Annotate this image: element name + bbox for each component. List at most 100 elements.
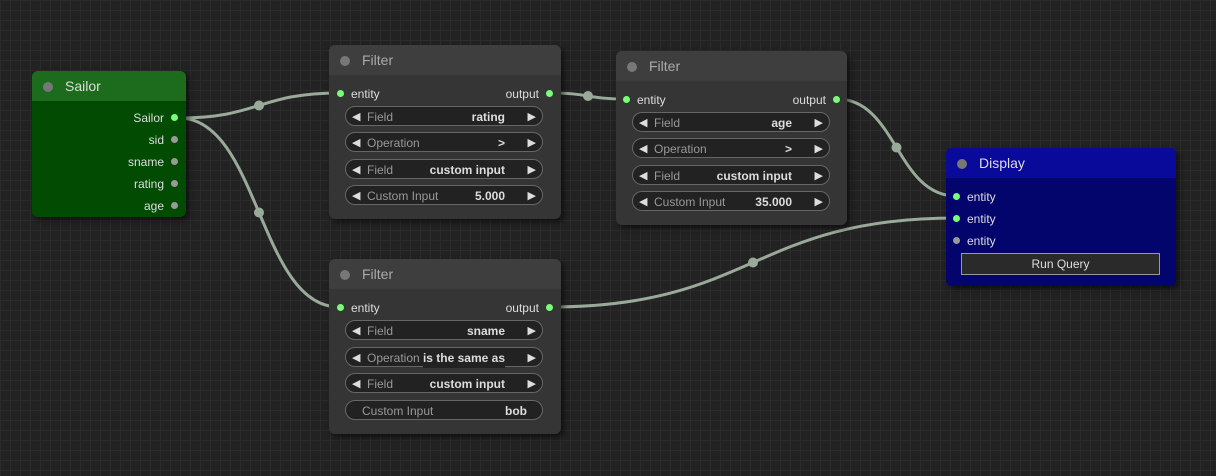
field-combo[interactable]: ◀ Field rating ▶: [345, 106, 543, 126]
operation-combo[interactable]: ◀ Operation is the same as ▶: [345, 347, 543, 368]
filter-node-title-bar[interactable]: Filter: [616, 51, 847, 81]
left-arrow-icon[interactable]: ◀: [352, 374, 360, 394]
right-arrow-icon[interactable]: ▶: [528, 107, 536, 127]
widget-value: custom input: [716, 169, 792, 183]
widget-value: 5.000: [474, 189, 505, 203]
link-center-dot[interactable]: [583, 91, 593, 101]
input-port-entity-1[interactable]: [953, 193, 960, 200]
right-arrow-icon[interactable]: ▶: [815, 113, 823, 133]
link-center-dot[interactable]: [891, 142, 902, 153]
widget-value: is the same as: [422, 348, 505, 368]
left-arrow-icon[interactable]: ◀: [639, 113, 647, 133]
filter-node-age[interactable]: Filter entity output ◀ Field age ▶ ◀ Ope…: [616, 51, 847, 225]
output-port-sailor[interactable]: [171, 114, 178, 121]
input-slot-label: entity: [967, 212, 996, 226]
input-slot-label: entity: [351, 301, 380, 315]
widget-label: Field: [367, 163, 394, 177]
right-arrow-icon[interactable]: ▶: [528, 133, 536, 153]
right-arrow-icon[interactable]: ▶: [815, 192, 823, 212]
right-arrow-icon[interactable]: ▶: [528, 186, 536, 206]
field-combo[interactable]: ◀ Field age ▶: [632, 112, 830, 132]
left-arrow-icon[interactable]: ◀: [352, 107, 360, 127]
left-arrow-icon[interactable]: ◀: [352, 160, 360, 180]
collapse-dot-icon[interactable]: [340, 56, 350, 66]
left-arrow-icon[interactable]: ◀: [352, 133, 360, 153]
output-port-rating[interactable]: [171, 180, 178, 187]
sailor-node-title: Sailor: [65, 78, 101, 94]
output-slot-label: sid: [148, 133, 164, 147]
input-port-entity-2[interactable]: [953, 215, 960, 222]
filter-node-title: Filter: [362, 266, 394, 282]
output-slot-label: sname: [127, 155, 164, 169]
input-port-entity-3[interactable]: [953, 237, 960, 244]
run-query-button[interactable]: Run Query: [961, 253, 1160, 275]
widget-value: 35.000: [755, 195, 792, 209]
filter-node-sname[interactable]: Filter entity output ◀ Field sname ▶ ◀ O…: [329, 259, 561, 434]
right-arrow-icon[interactable]: ▶: [815, 139, 823, 159]
output-port-age[interactable]: [171, 202, 178, 209]
output-port-sid[interactable]: [171, 136, 178, 143]
left-arrow-icon[interactable]: ◀: [639, 139, 647, 159]
widget-value: rating: [471, 110, 505, 124]
link-center-dot[interactable]: [254, 207, 264, 218]
output-port-output[interactable]: [546, 90, 553, 97]
field-combo[interactable]: ◀ Field sname ▶: [345, 320, 543, 340]
collapse-dot-icon[interactable]: [340, 270, 350, 280]
field-combo[interactable]: ◀ Field custom input ▶: [632, 165, 830, 185]
operation-combo[interactable]: ◀ Operation > ▶: [345, 132, 543, 152]
left-arrow-icon[interactable]: ◀: [639, 192, 647, 212]
operation-combo[interactable]: ◀ Operation > ▶: [632, 138, 830, 158]
widget-value: custom input: [429, 163, 505, 177]
collapse-dot-icon[interactable]: [957, 159, 967, 169]
output-port-output[interactable]: [833, 96, 840, 103]
filter-node-title-bar[interactable]: Filter: [329, 45, 561, 75]
widget-label: Custom Input: [367, 189, 439, 203]
custom-input-text[interactable]: Custom Input bob: [345, 400, 543, 420]
left-arrow-icon[interactable]: ◀: [352, 348, 360, 368]
input-slot-label: entity: [967, 190, 996, 204]
widget-label: Operation: [367, 351, 420, 365]
field-combo[interactable]: ◀ Field custom input ▶: [345, 159, 543, 179]
custom-input-number[interactable]: ◀ Custom Input 35.000 ▶: [632, 191, 830, 211]
collapse-dot-icon[interactable]: [627, 62, 637, 72]
output-port-output[interactable]: [546, 304, 553, 311]
filter-node-rating[interactable]: Filter entity output ◀ Field rating ▶ ◀ …: [329, 45, 561, 219]
output-slot-label: output: [792, 93, 826, 107]
input-port-entity[interactable]: [623, 96, 630, 103]
left-arrow-icon[interactable]: ◀: [352, 186, 360, 206]
widget-value: >: [784, 142, 792, 156]
sailor-node[interactable]: Sailor Sailor sid sname rating age: [32, 71, 186, 217]
custom-input-number[interactable]: ◀ Custom Input 5.000 ▶: [345, 185, 543, 205]
input-port-entity[interactable]: [337, 90, 344, 97]
widget-label: Field: [367, 324, 394, 338]
widget-value: custom input: [429, 377, 505, 391]
link-center-dot[interactable]: [748, 257, 758, 268]
display-node-title-bar[interactable]: Display: [946, 148, 1176, 178]
output-port-sname[interactable]: [171, 158, 178, 165]
filter-node-title: Filter: [649, 58, 681, 74]
widget-label: Operation: [367, 136, 420, 150]
display-node[interactable]: Display entity entity entity Run Query: [946, 148, 1176, 286]
right-arrow-icon[interactable]: ▶: [528, 160, 536, 180]
filter-node-title: Filter: [362, 52, 394, 68]
right-arrow-icon[interactable]: ▶: [815, 166, 823, 186]
field-combo[interactable]: ◀ Field custom input ▶: [345, 373, 543, 393]
link-center-dot[interactable]: [254, 100, 264, 111]
widget-label: Field: [654, 169, 681, 183]
output-slot-label: output: [505, 87, 539, 101]
right-arrow-icon[interactable]: ▶: [528, 348, 536, 368]
widget-value: sname: [466, 324, 505, 338]
right-arrow-icon[interactable]: ▶: [528, 374, 536, 394]
left-arrow-icon[interactable]: ◀: [352, 321, 360, 341]
collapse-dot-icon[interactable]: [43, 82, 53, 92]
widget-label: Operation: [654, 142, 707, 156]
filter-node-title-bar[interactable]: Filter: [329, 259, 561, 289]
left-arrow-icon[interactable]: ◀: [639, 166, 647, 186]
input-slot-label: entity: [637, 93, 666, 107]
sailor-node-title-bar[interactable]: Sailor: [32, 71, 186, 101]
widget-label: Field: [367, 377, 394, 391]
widget-value: age: [771, 116, 792, 130]
input-slot-label: entity: [967, 234, 996, 248]
right-arrow-icon[interactable]: ▶: [528, 321, 536, 341]
input-port-entity[interactable]: [337, 304, 344, 311]
